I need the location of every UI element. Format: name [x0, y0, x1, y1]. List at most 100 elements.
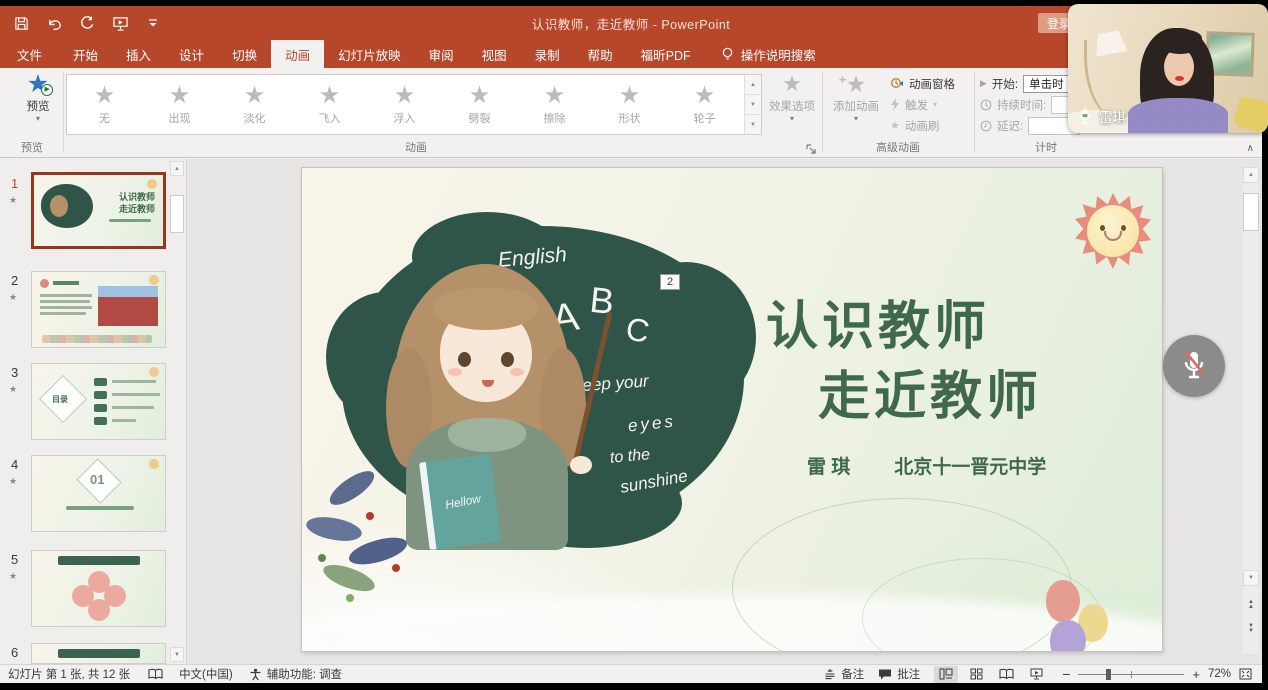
- thumbnail-scroll-up-button[interactable]: ▲: [170, 161, 184, 176]
- start-play-icon: ▶: [980, 78, 987, 89]
- animation-painter-label: 动画刷: [905, 118, 940, 134]
- tab-record[interactable]: 录制: [521, 40, 574, 68]
- previous-slide-button[interactable]: ▲▲: [1243, 596, 1259, 614]
- presenter-name: 雷琪: [1099, 106, 1126, 126]
- trigger-button[interactable]: 触发 ▾: [890, 95, 937, 114]
- tab-animations[interactable]: 动画: [271, 40, 324, 68]
- animation-wipe[interactable]: ★ 擦除: [517, 75, 592, 134]
- slide-thumbnail-3[interactable]: 目录: [31, 363, 166, 440]
- tab-view[interactable]: 视图: [468, 40, 521, 68]
- duration-label: 持续时间:: [997, 97, 1046, 113]
- reading-view-button[interactable]: [994, 666, 1018, 683]
- effect-options-button[interactable]: ★ 效果选项 ▾: [764, 71, 820, 122]
- slide-sorter-view-button[interactable]: [964, 666, 988, 683]
- preview-button[interactable]: ★ ▶ 预览 ▾: [14, 71, 62, 122]
- thumbnail-list-marker: [94, 378, 107, 386]
- next-slide-button[interactable]: ▼▼: [1243, 620, 1259, 638]
- zoom-in-button[interactable]: +: [1192, 667, 1200, 682]
- canvas-scroll-up-button[interactable]: ▲: [1243, 167, 1259, 183]
- tab-review[interactable]: 审阅: [415, 40, 468, 68]
- tab-design[interactable]: 设计: [165, 40, 218, 68]
- berry: [392, 564, 400, 572]
- zoom-slider[interactable]: [1078, 668, 1184, 680]
- canvas-scrollbar-thumb[interactable]: [1243, 193, 1259, 231]
- slide-counter[interactable]: 幻灯片 第 1 张, 共 12 张: [8, 666, 130, 682]
- slide-thumbnail-2[interactable]: [31, 271, 166, 348]
- thumbnail-petal: [88, 599, 110, 621]
- tab-transitions[interactable]: 切换: [218, 40, 271, 68]
- animation-float-in-icon: ★: [394, 83, 416, 108]
- notes-toggle[interactable]: 备注: [824, 666, 864, 682]
- tab-help[interactable]: 帮助: [574, 40, 627, 68]
- collapse-ribbon-button[interactable]: ∧: [1247, 143, 1254, 154]
- gallery-expand-button[interactable]: ▼: [745, 115, 761, 134]
- normal-view-button[interactable]: [934, 666, 958, 683]
- canvas-scroll-down-button[interactable]: ▼: [1243, 570, 1259, 586]
- thumbnail-bullet: [40, 279, 49, 288]
- animation-order-badge[interactable]: 2: [660, 274, 680, 290]
- tab-slideshow[interactable]: 幻灯片放映: [324, 40, 415, 68]
- fit-to-window-icon[interactable]: [1239, 668, 1252, 680]
- tell-me-search[interactable]: 操作说明搜索: [711, 40, 826, 68]
- animation-split-label: 劈裂: [469, 110, 491, 126]
- tab-home[interactable]: 开始: [59, 40, 112, 68]
- animation-fly-in[interactable]: ★ 飞入: [292, 75, 367, 134]
- animation-none[interactable]: ★ 无: [67, 75, 142, 134]
- microphone-icon: [1078, 108, 1092, 125]
- thumbnail-scrollbar[interactable]: ▲ ▼: [169, 159, 185, 664]
- animation-pane-button[interactable]: 动画窗格: [890, 74, 955, 93]
- animation-painter-button[interactable]: ★ 动画刷: [890, 116, 939, 135]
- tab-foxit-pdf[interactable]: 福昕PDF: [627, 40, 705, 68]
- slide-thumbnail-5[interactable]: [31, 550, 166, 627]
- spellcheck-button[interactable]: [148, 668, 163, 680]
- tab-insert[interactable]: 插入: [112, 40, 165, 68]
- animation-fade[interactable]: ★ 淡化: [217, 75, 292, 134]
- teacher-bangs: [434, 288, 538, 330]
- animation-float-in[interactable]: ★ 浮入: [367, 75, 442, 134]
- add-animation-icon: ★ +: [846, 71, 867, 97]
- animation-shape[interactable]: ★ 形状: [592, 75, 667, 134]
- comments-icon: [878, 668, 892, 680]
- animation-wheel[interactable]: ★ 轮子: [667, 75, 742, 134]
- effect-options-dropdown-icon: ▾: [790, 115, 794, 122]
- presenter-lips: [1175, 76, 1184, 81]
- teacher-hand: [570, 456, 592, 474]
- microphone-mute-button[interactable]: [1163, 335, 1225, 397]
- slide-thumbnail-6[interactable]: [31, 643, 166, 664]
- teacher-eye: [501, 352, 514, 367]
- timing-group-label: 计时: [976, 139, 1116, 155]
- slide-editing-surface[interactable]: English A B C keep your eyes to the suns…: [302, 168, 1162, 651]
- zoom-out-button[interactable]: −: [1062, 666, 1070, 682]
- thumbnail-graphic: [32, 551, 165, 626]
- slide-thumbnail-1[interactable]: 认识教师走近教师: [31, 172, 166, 249]
- thumbnail-sun: [149, 367, 159, 377]
- lightbulb-icon: [721, 47, 734, 62]
- thumbnail-sun: [149, 275, 159, 285]
- tab-file[interactable]: 文件: [0, 40, 59, 68]
- animation-split[interactable]: ★ 劈裂: [442, 75, 517, 134]
- thumbnail-scrollbar-thumb[interactable]: [170, 195, 184, 233]
- comments-toggle[interactable]: 批注: [878, 666, 920, 682]
- workspace: 1 ★ 认识教师走近教师 2 ★: [0, 159, 1262, 664]
- webcam-video-overlay[interactable]: 雷琪: [1068, 4, 1268, 133]
- animation-group-label: 动画: [66, 139, 766, 155]
- gallery-scroll-down-button[interactable]: ▼: [745, 95, 761, 115]
- language-indicator[interactable]: 中文(中国): [179, 666, 233, 682]
- add-animation-button[interactable]: ★ + 添加动画 ▾: [826, 71, 886, 122]
- slide-thumbnail-4[interactable]: 01: [31, 455, 166, 532]
- zoom-percentage[interactable]: 72%: [1208, 668, 1231, 680]
- zoom-slider-thumb[interactable]: [1106, 669, 1111, 680]
- slide-byline: 雷 琪 北京十一晋元中学: [807, 452, 1046, 479]
- slide-thumbnail-panel: 1 ★ 认识教师走近教师 2 ★: [0, 159, 187, 664]
- animation-appear[interactable]: ★ 出现: [142, 75, 217, 134]
- thumbnail-header-bar: [58, 556, 140, 565]
- thumbnail-text-line: [112, 380, 156, 383]
- slideshow-view-button[interactable]: [1024, 666, 1048, 683]
- gallery-scroll-up-button[interactable]: ▲: [745, 75, 761, 95]
- accessibility-label: 辅助功能: 调查: [267, 666, 342, 682]
- animation-dialog-launcher[interactable]: [806, 142, 818, 154]
- thumbnail-scroll-down-button[interactable]: ▼: [170, 647, 184, 662]
- accessibility-checker[interactable]: 辅助功能: 调查: [249, 666, 342, 682]
- canvas-scrollbar[interactable]: ▲ ▼ ▲▲ ▼▼: [1243, 167, 1259, 654]
- zoom-slider-notch: [1131, 671, 1132, 678]
